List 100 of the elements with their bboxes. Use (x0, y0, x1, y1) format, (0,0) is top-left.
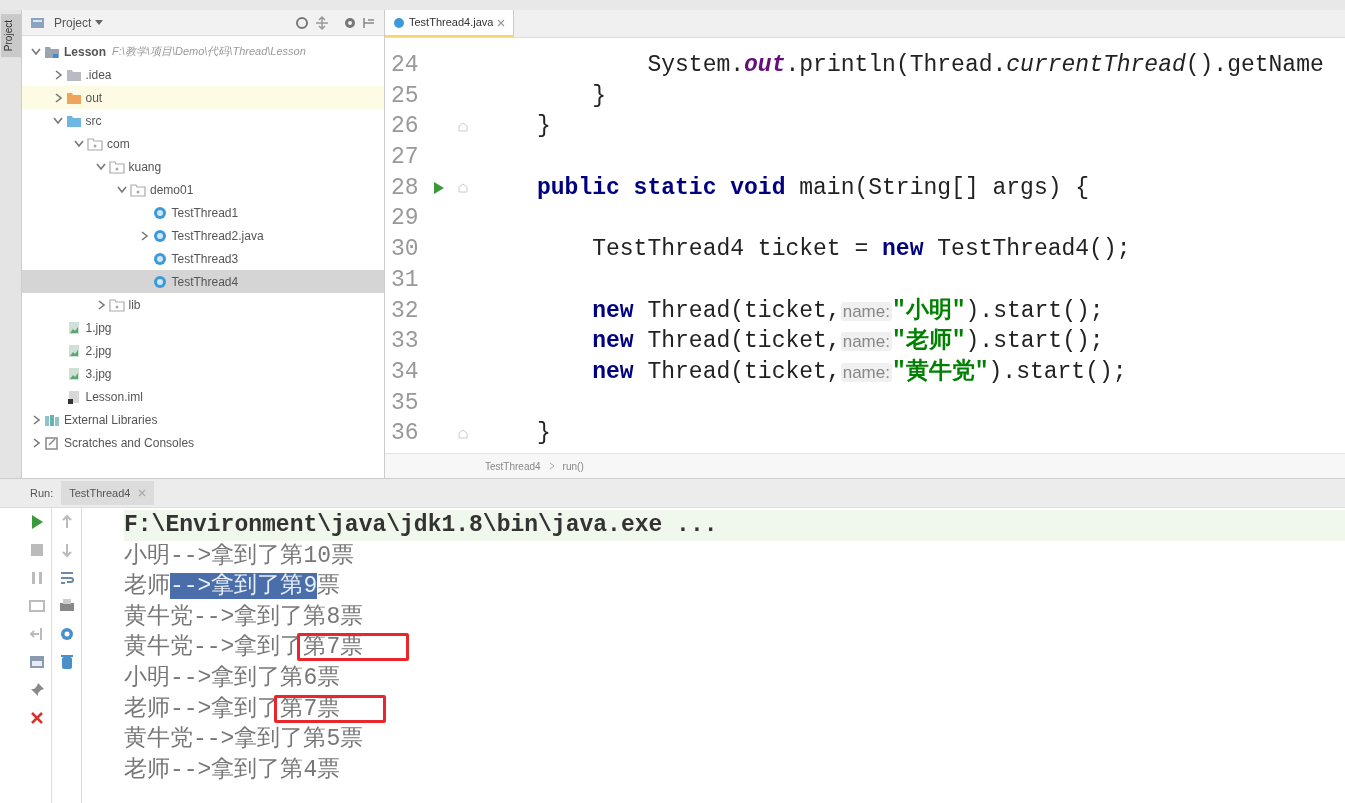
code-line: } (536, 419, 551, 449)
console-text: 老师 (124, 573, 170, 600)
line-number: 27 (390, 143, 420, 173)
item-label: com (107, 135, 130, 153)
tree-item[interactable]: Scratches and Consoles (22, 431, 384, 454)
project-path: F:\教学\项目\Demo\代码\Thread\Lesson (112, 44, 306, 60)
tree-item[interactable]: TestThread4 (22, 270, 384, 293)
package-icon (130, 182, 146, 197)
tree-item[interactable]: External Libraries (22, 408, 384, 431)
caret-icon[interactable] (95, 19, 104, 26)
tree-item[interactable]: out (22, 86, 384, 109)
console-text: 票 (317, 573, 341, 600)
tree-item[interactable]: lib (22, 293, 384, 316)
item-label: src (85, 112, 102, 130)
folder-icon (65, 67, 82, 82)
panel-title[interactable]: Project (54, 13, 92, 32)
item-label: kuang (128, 158, 162, 176)
tree-item[interactable]: 3.jpg (22, 362, 384, 385)
line-number: 29 (390, 204, 420, 234)
item-label: lib (128, 296, 141, 314)
line-number: 30 (390, 235, 420, 265)
console-text: 小明-->拿到了第10票 (124, 542, 354, 569)
item-label: .idea (85, 66, 112, 84)
target-icon[interactable] (294, 14, 310, 31)
exit-icon[interactable] (28, 626, 45, 642)
code-line: new Thread(ticket,name:"老师").start(); (591, 326, 1104, 357)
console-text: 黄牛党-->拿到了第8票 (124, 603, 364, 630)
chevron-icon (548, 462, 555, 470)
scratch-icon (44, 435, 60, 450)
layout-icon[interactable] (28, 598, 45, 614)
editor-tab[interactable]: TestThread4.java (385, 10, 515, 37)
item-label: TestThread2.java (171, 227, 264, 245)
item-label: TestThread4 (171, 273, 239, 291)
class-icon (151, 274, 168, 289)
item-label: 2.jpg (85, 342, 112, 360)
code-line: public static void main(String[] args) { (536, 173, 1090, 203)
folder-icon (65, 113, 82, 128)
console-text: 老师-->拿到了第4票 (124, 756, 341, 783)
item-label: Lesson.iml (85, 388, 143, 406)
item-label: TestThread3 (171, 250, 239, 268)
line-number: 34 (390, 357, 420, 387)
tree-item[interactable]: src (22, 109, 384, 132)
class-icon (151, 228, 168, 243)
item-label: Scratches and Consoles (64, 434, 195, 452)
breadcrumb[interactable]: TestThread4 (485, 458, 541, 474)
console-text: F:\Environment\java\jdk1.8\bin\java.exe ... (124, 512, 718, 538)
settings-icon[interactable] (58, 626, 75, 642)
tree-item[interactable]: com (22, 132, 384, 155)
line-number: 36 (390, 419, 420, 449)
tree-item[interactable]: TestThread3 (22, 247, 384, 270)
tree-item[interactable]: Lesson F:\教学\项目\Demo\代码\Thread\Lesson (22, 40, 384, 63)
package-icon (108, 297, 125, 312)
tree-item[interactable]: demo01 (22, 178, 384, 201)
console-text: 黄牛党-->拿到了第5票 (124, 726, 364, 753)
package-icon (108, 159, 125, 174)
tree-item[interactable]: kuang (22, 155, 384, 178)
code-line: } (591, 81, 606, 111)
run-tab[interactable]: TestThread4 (61, 480, 155, 506)
tree-item[interactable]: 2.jpg (22, 339, 384, 362)
wrap-icon[interactable] (58, 570, 75, 586)
line-number: 35 (390, 388, 420, 418)
item-label: TestThread1 (171, 204, 239, 222)
line-number: 28 (390, 173, 420, 203)
stop-icon[interactable] (28, 542, 45, 558)
item-label: External Libraries (64, 411, 158, 429)
trash-icon[interactable] (58, 654, 75, 670)
code-line: new Thread(ticket,name:"小明").start(); (591, 296, 1104, 326)
tree-item[interactable]: Lesson.iml (22, 385, 384, 408)
line-number: 33 (390, 327, 420, 357)
panel-icon[interactable] (28, 654, 45, 670)
tree-item[interactable]: 1.jpg (22, 316, 384, 339)
code-line: new Thread(ticket,name:"黄牛党").start(); (591, 357, 1127, 387)
run-icon[interactable] (433, 181, 445, 196)
tree-item[interactable]: .idea (22, 63, 384, 86)
tree-item[interactable]: TestThread1 (22, 201, 384, 224)
item-label: 1.jpg (85, 319, 112, 337)
library-icon (44, 412, 60, 427)
console-text: 小明-->拿到了第6票 (124, 664, 341, 691)
project-icon (30, 15, 46, 30)
collapse-icon[interactable] (314, 14, 330, 31)
item-label: out (85, 89, 103, 107)
package-icon (87, 136, 103, 151)
code-line: TestThread4 ticket = new TestThread4(); (591, 235, 1131, 265)
panel-label: Run: (30, 485, 54, 501)
close-icon[interactable] (28, 710, 45, 726)
code-line: } (536, 112, 551, 142)
close-icon[interactable] (497, 18, 506, 27)
item-label: demo01 (150, 181, 194, 199)
code-line: System.out.println(Thread.currentThread().getName (646, 51, 1324, 80)
file-icon (65, 389, 82, 404)
line-number: 32 (390, 296, 420, 326)
tree-item[interactable]: TestThread2.java (22, 224, 384, 247)
selected-text: -->拿到了第9 (170, 573, 318, 600)
class-icon (393, 16, 405, 29)
breadcrumb[interactable]: run() (562, 458, 584, 474)
project-tool-tab[interactable]: Project (0, 14, 21, 58)
print-icon[interactable] (58, 598, 75, 614)
folder-icon (65, 90, 82, 105)
item-label: 3.jpg (85, 365, 112, 383)
folder-icon (44, 44, 60, 59)
